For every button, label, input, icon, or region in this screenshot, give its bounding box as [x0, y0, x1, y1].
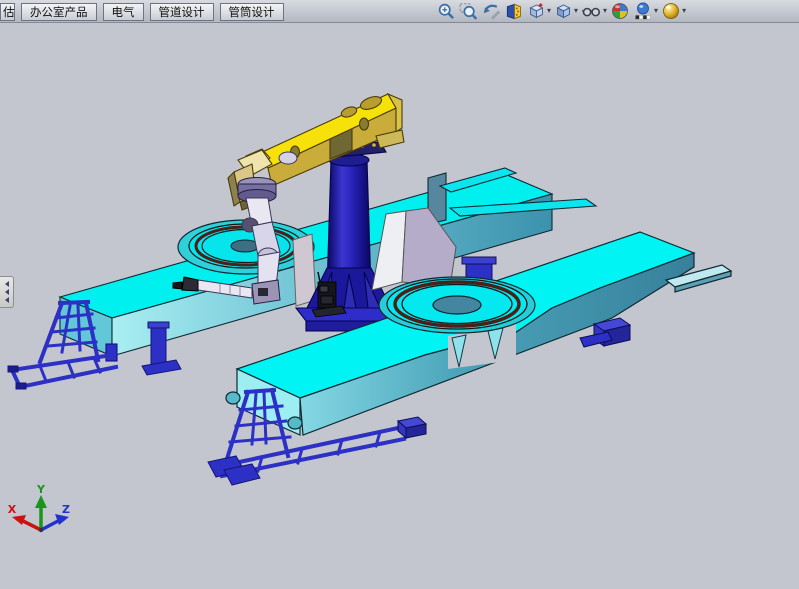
left-arrow-icon: [5, 281, 9, 287]
tab-evaluate-partial[interactable]: 估: [0, 3, 15, 21]
tab-electrical[interactable]: 电气: [103, 3, 144, 21]
zoom-to-area-icon[interactable]: [459, 2, 478, 21]
section-view-icon[interactable]: [505, 2, 524, 21]
tab-office-products[interactable]: 办公室产品: [21, 3, 97, 21]
apply-scene-icon[interactable]: ▾: [633, 1, 658, 21]
apply-scene-caret[interactable]: ▾: [654, 1, 658, 21]
hide-show-items-icon[interactable]: ▾: [581, 1, 607, 21]
gray-wedge[interactable]: [293, 234, 316, 306]
command-manager-toolbar: 估 办公室产品 电气 管道设计 管筒设计 ▾ ▾ ▾: [0, 0, 799, 23]
view-settings-caret[interactable]: ▾: [682, 1, 686, 21]
triad-x-label: X: [8, 503, 17, 516]
front-rotary-ring[interactable]: [379, 277, 535, 333]
view-orientation-icon[interactable]: ▾: [527, 1, 551, 21]
previous-view-icon[interactable]: [481, 2, 502, 21]
view-orientation-caret[interactable]: ▾: [547, 1, 551, 21]
tab-tubing-design[interactable]: 管筒设计: [220, 3, 284, 21]
heads-up-view-toolbar: ▾ ▾ ▾ ▾ ▾: [437, 1, 689, 21]
command-tabs: 估 办公室产品 电气 管道设计 管筒设计: [0, 0, 287, 22]
viewport-3d[interactable]: Y X Z: [0, 0, 799, 589]
hide-show-items-caret[interactable]: ▾: [603, 1, 607, 21]
left-arrow-icon: [5, 297, 9, 303]
tab-piping-design[interactable]: 管道设计: [150, 3, 214, 21]
feature-panel-expander[interactable]: [0, 276, 14, 308]
edit-appearance-icon[interactable]: [610, 1, 630, 21]
view-settings-icon[interactable]: ▾: [661, 1, 686, 21]
triad-y-label: Y: [36, 483, 46, 496]
left-arrow-icon: [5, 289, 9, 295]
display-style-caret[interactable]: ▾: [574, 1, 578, 21]
display-style-icon[interactable]: ▾: [554, 1, 578, 21]
cad-window: Y X Z 估 办公室产品 电气 管道设计 管筒设计 ▾ ▾: [0, 0, 799, 589]
triad-z-label: Z: [62, 503, 70, 516]
zoom-to-fit-icon[interactable]: [437, 2, 456, 21]
